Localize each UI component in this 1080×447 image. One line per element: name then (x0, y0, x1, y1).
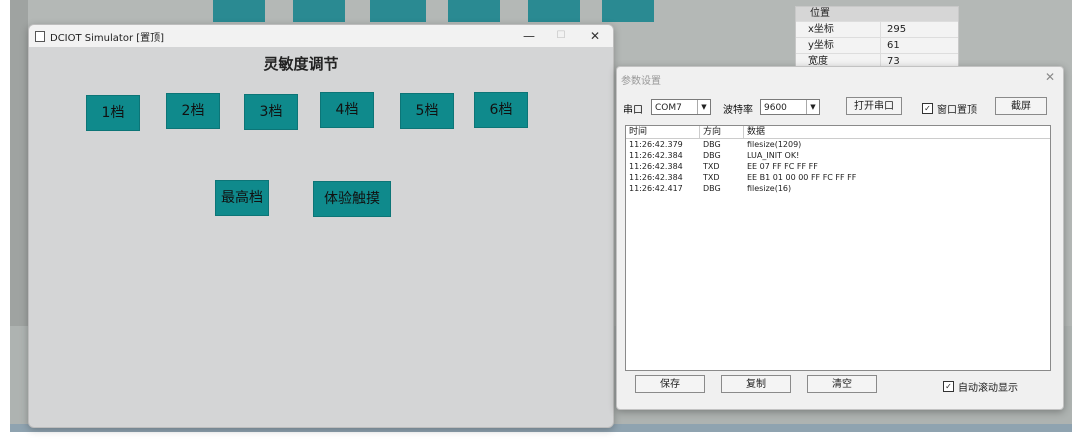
copy-button[interactable]: 复制 (721, 375, 791, 393)
chevron-down-icon: ▼ (806, 100, 819, 114)
background-tile (370, 0, 426, 22)
maximize-button[interactable]: ☐ (545, 25, 577, 47)
log-data: EE 07 FF FC FF FF (747, 162, 818, 171)
log-time: 11:26:42.379 (629, 140, 683, 149)
save-button[interactable]: 保存 (635, 375, 705, 393)
property-row[interactable]: y坐标 61 (796, 37, 958, 53)
clear-button[interactable]: 清空 (807, 375, 877, 393)
app-icon (35, 30, 45, 42)
log-direction: DBG (703, 184, 721, 193)
log-table[interactable]: 时间 方向 数据 11:26:42.379 DBG filesize(1209)… (625, 125, 1051, 371)
log-time: 11:26:42.384 (629, 173, 683, 182)
level-4-button[interactable]: 4档 (320, 92, 374, 128)
log-header: 时间 方向 数据 (626, 126, 1050, 139)
max-level-button[interactable]: 最高档 (215, 180, 269, 216)
on-top-label: 窗口置顶 (937, 105, 977, 116)
column-header-time: 时间 (626, 126, 700, 138)
on-top-checkbox[interactable]: ✓ 窗口置顶 (922, 101, 977, 116)
property-key: y坐标 (796, 38, 881, 53)
background-tile (528, 0, 580, 22)
log-row[interactable]: 11:26:42.384 TXD EE 07 FF FC FF FF (626, 161, 1050, 172)
baud-select[interactable]: 9600 ▼ (760, 99, 820, 115)
page-title: 灵敏度调节 (263, 55, 339, 73)
screenshot-button[interactable]: 截屏 (995, 97, 1047, 115)
experience-touch-button[interactable]: 体验触摸 (313, 181, 391, 217)
log-time: 11:26:42.384 (629, 151, 683, 160)
autoscroll-label: 自动滚动显示 (958, 383, 1018, 394)
background-tile (448, 0, 500, 22)
property-value[interactable]: 61 (881, 38, 900, 53)
level-1-button[interactable]: 1档 (86, 95, 140, 131)
log-direction: TXD (703, 162, 720, 171)
parameter-dialog: 参数设置 ✕ 串口 COM7 ▼ 波特率 9600 ▼ 打开串口 ✓ 窗口置顶 … (616, 66, 1064, 410)
simulator-title: DCIOT Simulator [置顶] (50, 32, 165, 44)
log-time: 11:26:42.384 (629, 162, 683, 171)
dialog-title: 参数设置 (621, 76, 661, 87)
baud-value: 9600 (764, 103, 787, 113)
checkbox-box: ✓ (943, 381, 954, 392)
log-data: filesize(1209) (747, 140, 802, 149)
checkbox-box: ✓ (922, 103, 933, 114)
log-time: 11:26:42.417 (629, 184, 683, 193)
port-select[interactable]: COM7 ▼ (651, 99, 711, 115)
dialog-close-icon[interactable]: ✕ (1045, 70, 1055, 84)
autoscroll-checkbox[interactable]: ✓ 自动滚动显示 (943, 379, 1018, 394)
port-label: 串口 (623, 105, 643, 116)
background-tile (293, 0, 345, 22)
level-6-button[interactable]: 6档 (474, 92, 528, 128)
log-row[interactable]: 11:26:42.384 TXD EE B1 01 00 00 FF FC FF… (626, 172, 1050, 183)
property-key: x坐标 (796, 22, 881, 37)
log-row[interactable]: 11:26:42.417 DBG filesize(16) (626, 183, 1050, 194)
background-tile (602, 0, 654, 22)
log-direction: DBG (703, 140, 721, 149)
background-tile (213, 0, 265, 22)
column-header-direction: 方向 (700, 126, 744, 138)
log-row[interactable]: 11:26:42.384 DBG LUA_INIT OK! (626, 150, 1050, 161)
log-row[interactable]: 11:26:42.379 DBG filesize(1209) (626, 139, 1050, 150)
simulator-window: DCIOT Simulator [置顶] — ☐ ✕ 灵敏度调节 1档 2档 3… (28, 24, 614, 428)
log-direction: DBG (703, 151, 721, 160)
log-direction: TXD (703, 173, 720, 182)
property-section-title: 位置 (796, 7, 958, 21)
log-data: filesize(16) (747, 184, 792, 193)
chevron-down-icon: ▼ (697, 100, 710, 114)
port-value: COM7 (655, 103, 682, 113)
close-button[interactable]: ✕ (579, 25, 611, 47)
level-5-button[interactable]: 5档 (400, 93, 454, 129)
level-3-button[interactable]: 3档 (244, 94, 298, 130)
log-data: LUA_INIT OK! (747, 151, 800, 160)
property-row[interactable]: x坐标 295 (796, 21, 958, 37)
column-header-data: 数据 (747, 127, 766, 137)
log-data: EE B1 01 00 00 FF FC FF FF (747, 173, 857, 182)
property-value[interactable]: 295 (881, 22, 906, 37)
level-2-button[interactable]: 2档 (166, 93, 220, 129)
baud-label: 波特率 (723, 105, 753, 116)
minimize-button[interactable]: — (513, 25, 545, 47)
simulator-titlebar[interactable]: DCIOT Simulator [置顶] — ☐ ✕ (29, 25, 613, 47)
open-port-button[interactable]: 打开串口 (846, 97, 902, 115)
